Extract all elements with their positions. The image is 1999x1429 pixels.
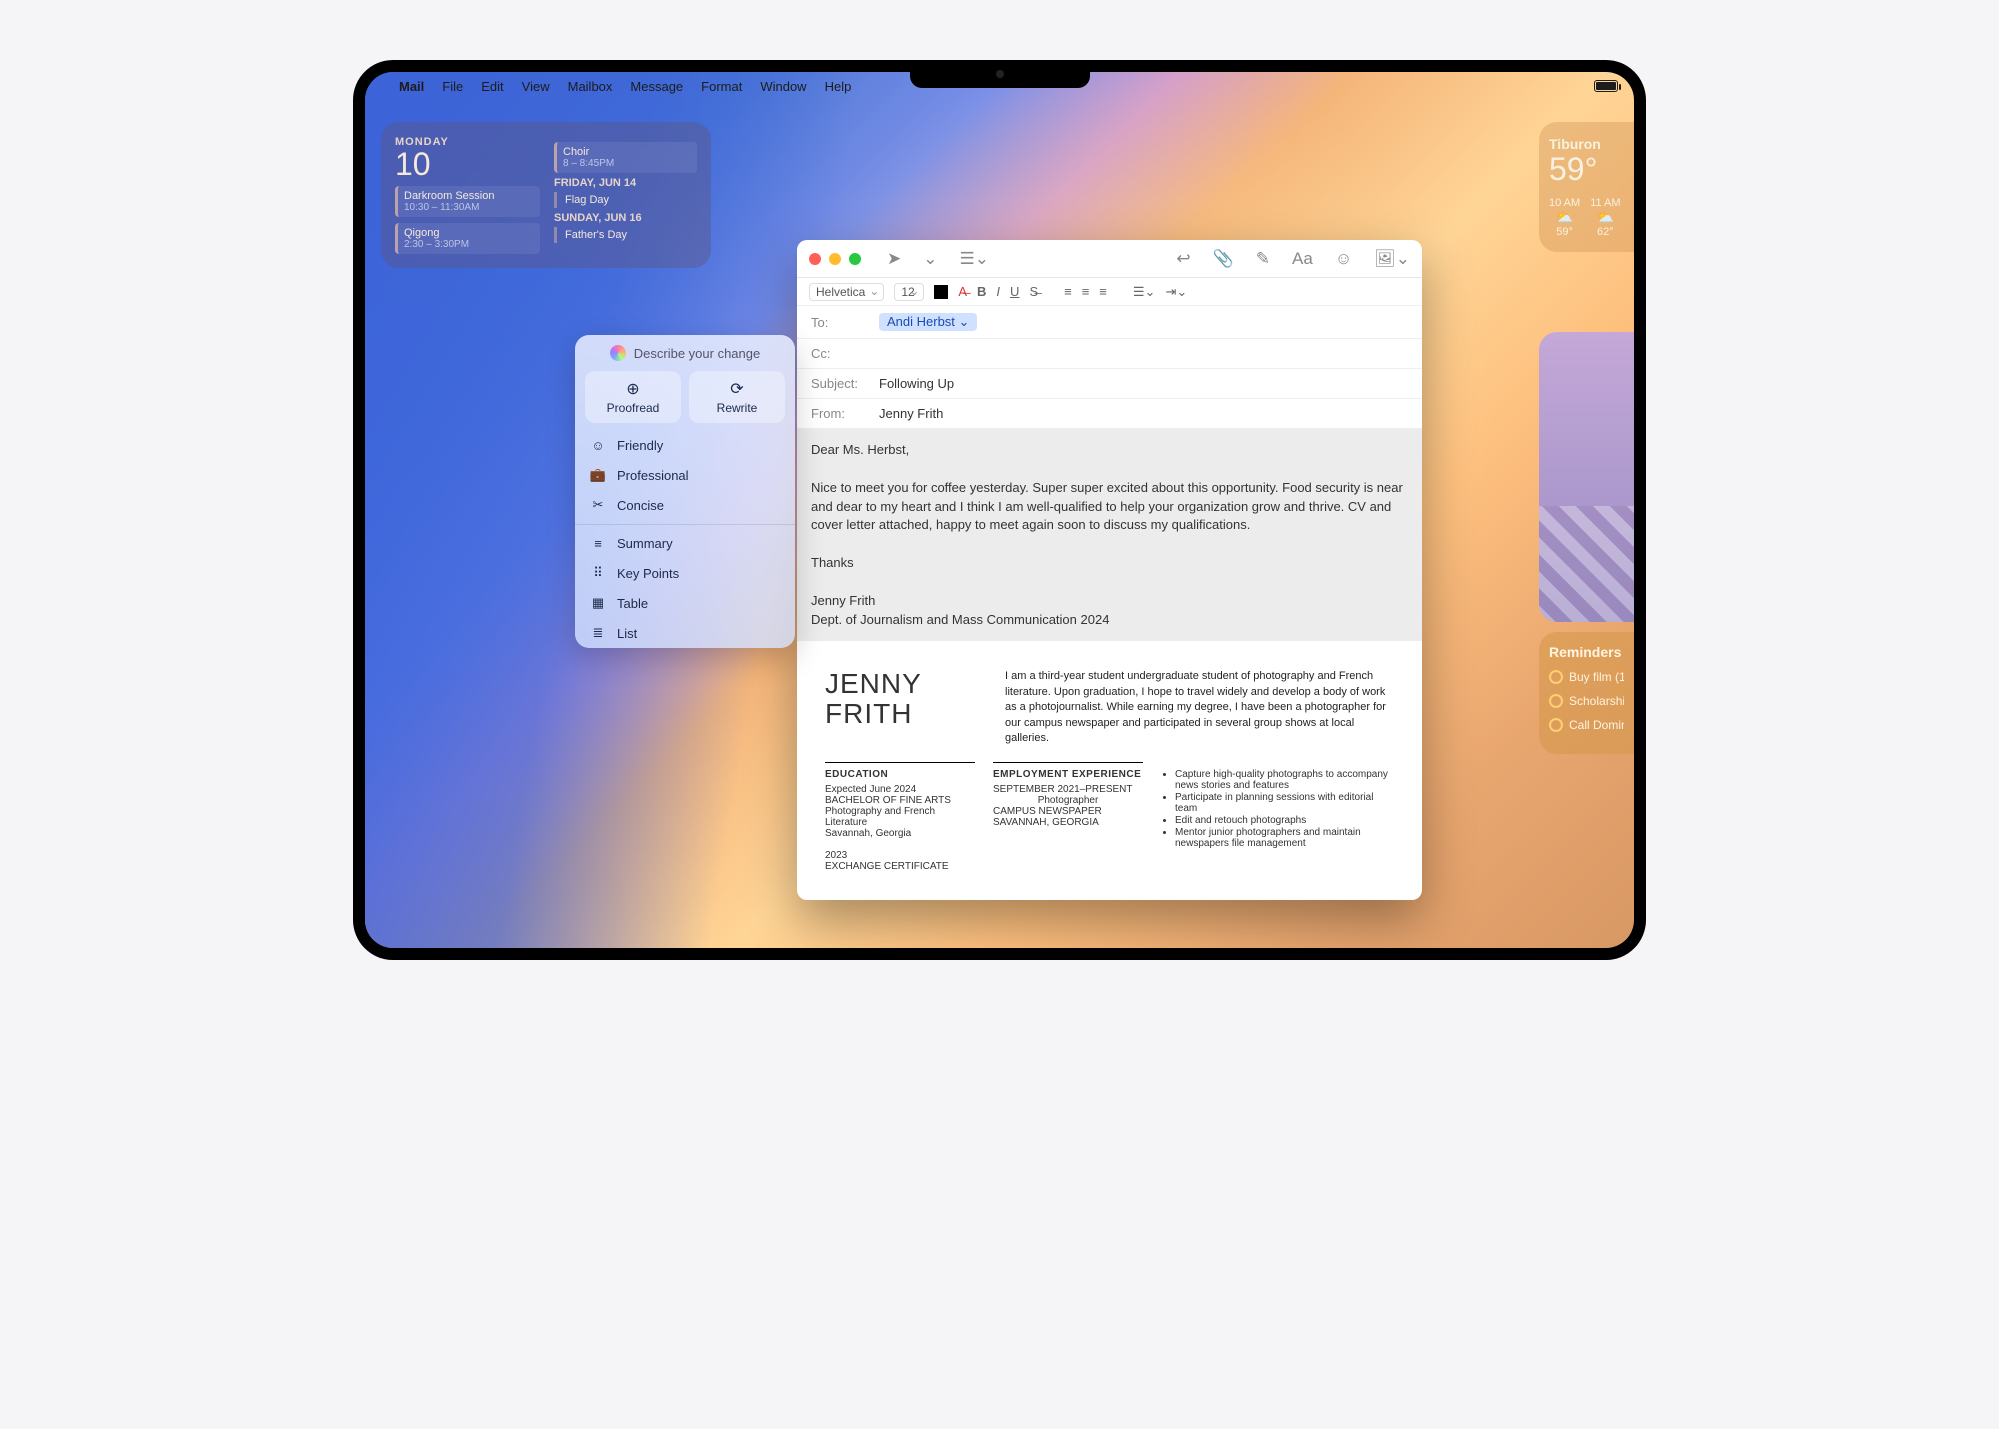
menu-format[interactable]: Format: [701, 79, 742, 94]
photo-icon[interactable]: 🖼⌄: [1374, 249, 1410, 269]
app-menu[interactable]: Mail: [399, 79, 424, 94]
menu-help[interactable]: Help: [825, 79, 852, 94]
menu-mailbox[interactable]: Mailbox: [568, 79, 613, 94]
email-body[interactable]: Dear Ms. Herbst, Nice to meet you for co…: [797, 429, 1422, 641]
align-center-icon[interactable]: ≡: [1082, 284, 1090, 299]
sparkle-icon: [610, 345, 626, 361]
magnify-icon: ⊕: [593, 379, 673, 399]
lines-icon: ≡: [589, 536, 607, 551]
writing-tools-header[interactable]: Describe your change: [575, 335, 795, 371]
calendar-event: Choir 8 – 8:45PM: [554, 142, 697, 173]
weather-hour: 11 AM ⛅ 62°: [1590, 197, 1620, 238]
markup-icon[interactable]: ✎: [1256, 249, 1270, 269]
font-icon[interactable]: Aa: [1292, 249, 1313, 269]
chevron-down-icon[interactable]: ⌄: [923, 249, 937, 269]
table-icon: ▦: [589, 595, 607, 611]
weather-hour: 10 AM ⛅ 59°: [1549, 197, 1580, 238]
window-titlebar: ➤ ⌄ ☰⌄ ↩ 📎 ✎ Aa ☺ 🖼⌄: [797, 240, 1422, 278]
briefcase-icon: 💼: [589, 467, 607, 483]
list-icon[interactable]: ☰⌄: [1133, 284, 1156, 300]
recipient-pill[interactable]: Andi Herbst ⌄: [879, 313, 977, 331]
to-field[interactable]: To: Andi Herbst ⌄: [797, 306, 1422, 339]
reminder-item[interactable]: Scholarshi: [1549, 694, 1624, 708]
weather-location: Tiburon: [1549, 136, 1624, 152]
calendar-event: Darkroom Session 10:30 – 11:30AM: [395, 186, 540, 217]
transform-table[interactable]: ▦ Table: [575, 588, 795, 618]
reminder-checkbox[interactable]: [1549, 670, 1563, 684]
italic-icon[interactable]: I: [996, 284, 1000, 299]
weather-widget[interactable]: Tiburon 59° 10 AM ⛅ 59° 11 AM ⛅ 62°: [1539, 122, 1634, 252]
align-left-icon[interactable]: ≡: [1064, 284, 1072, 299]
cv-emp-heading: EMPLOYMENT EXPERIENCE: [993, 769, 1143, 780]
from-field[interactable]: From: Jenny Frith: [797, 399, 1422, 429]
menu-message[interactable]: Message: [630, 79, 683, 94]
rewrite-icon: ⟳: [697, 379, 777, 399]
scissors-icon: ✂: [589, 497, 607, 513]
cc-field[interactable]: Cc:: [797, 339, 1422, 369]
writing-tools-panel: Describe your change ⊕ Proofread ⟳ Rewri…: [575, 335, 795, 648]
color-swatch[interactable]: [934, 285, 948, 299]
menu-view[interactable]: View: [522, 79, 550, 94]
transform-summary[interactable]: ≡ Summary: [575, 529, 795, 558]
tone-concise[interactable]: ✂ Concise: [575, 490, 795, 520]
menu-edit[interactable]: Edit: [481, 79, 503, 94]
cv-attachment: JENNY FRITH I am a third-year student un…: [811, 655, 1408, 886]
rewrite-button[interactable]: ⟳ Rewrite: [689, 371, 785, 423]
cv-edu-heading: EDUCATION: [825, 769, 975, 780]
format-bar: Helvetica 12 A̶ B I U S̶ ≡ ≡ ≡ ☰⌄ ⇥⌄: [797, 278, 1422, 306]
indent-icon[interactable]: ⇥⌄: [1165, 284, 1187, 300]
calendar-item: Father's Day: [554, 227, 697, 243]
calendar-item: Flag Day: [554, 192, 697, 208]
cv-name: JENNY: [825, 669, 985, 698]
strikethrough-icon[interactable]: A̶: [958, 284, 967, 299]
calendar-day-number: 10: [395, 148, 540, 180]
calendar-widget[interactable]: MONDAY 10 Darkroom Session 10:30 – 11:30…: [381, 122, 711, 268]
underline-icon[interactable]: U: [1010, 284, 1019, 299]
battery-icon[interactable]: [1594, 80, 1618, 92]
bold-icon[interactable]: B: [977, 284, 986, 299]
bullets-icon: ⠿: [589, 565, 607, 581]
reminder-item[interactable]: Call Domin: [1549, 718, 1624, 732]
emoji-icon[interactable]: ☺: [1335, 249, 1352, 269]
font-select[interactable]: Helvetica: [809, 283, 884, 301]
zoom-button[interactable]: [849, 253, 861, 265]
reminder-checkbox[interactable]: [1549, 694, 1563, 708]
photos-widget[interactable]: [1539, 332, 1634, 622]
weather-icon: ⛅: [1549, 209, 1580, 226]
reminders-widget[interactable]: Reminders Buy film (1: Scholarshi Call D…: [1539, 632, 1634, 754]
reminders-title: Reminders: [1549, 644, 1624, 660]
calendar-section-header: SUNDAY, JUN 16: [554, 212, 697, 224]
attach-icon[interactable]: 📎: [1213, 249, 1234, 269]
tone-friendly[interactable]: ☺ Friendly: [575, 431, 795, 460]
weather-temp: 59°: [1549, 152, 1624, 187]
list-icon: ≣: [589, 625, 607, 641]
cv-bullets: Capture high-quality photographs to acco…: [1161, 769, 1394, 849]
smile-icon: ☺: [589, 438, 607, 453]
transform-list[interactable]: ≣ List: [575, 618, 795, 648]
calendar-section-header: FRIDAY, JUN 14: [554, 177, 697, 189]
minimize-button[interactable]: [829, 253, 841, 265]
reminder-checkbox[interactable]: [1549, 718, 1563, 732]
reminder-item[interactable]: Buy film (1:: [1549, 670, 1624, 684]
calendar-event: Qigong 2:30 – 3:30PM: [395, 223, 540, 254]
close-button[interactable]: [809, 253, 821, 265]
weather-icon: ⛅: [1590, 209, 1620, 226]
cv-summary: I am a third-year student undergraduate …: [1005, 669, 1394, 746]
menu-window[interactable]: Window: [760, 79, 806, 94]
compose-window: ➤ ⌄ ☰⌄ ↩ 📎 ✎ Aa ☺ 🖼⌄ Helvetica 12: [797, 240, 1422, 900]
reply-icon[interactable]: ↩: [1176, 249, 1190, 269]
send-icon[interactable]: ➤: [887, 249, 901, 269]
transform-keypoints[interactable]: ⠿ Key Points: [575, 558, 795, 588]
size-select[interactable]: 12: [894, 283, 924, 301]
menu-file[interactable]: File: [442, 79, 463, 94]
align-right-icon[interactable]: ≡: [1099, 284, 1107, 299]
tone-professional[interactable]: 💼 Professional: [575, 460, 795, 490]
strike-icon[interactable]: S̶: [1029, 284, 1038, 299]
proofread-button[interactable]: ⊕ Proofread: [585, 371, 681, 423]
header-fields-icon[interactable]: ☰⌄: [960, 249, 989, 269]
subject-field[interactable]: Subject: Following Up: [797, 369, 1422, 399]
cv-name: FRITH: [825, 699, 985, 728]
